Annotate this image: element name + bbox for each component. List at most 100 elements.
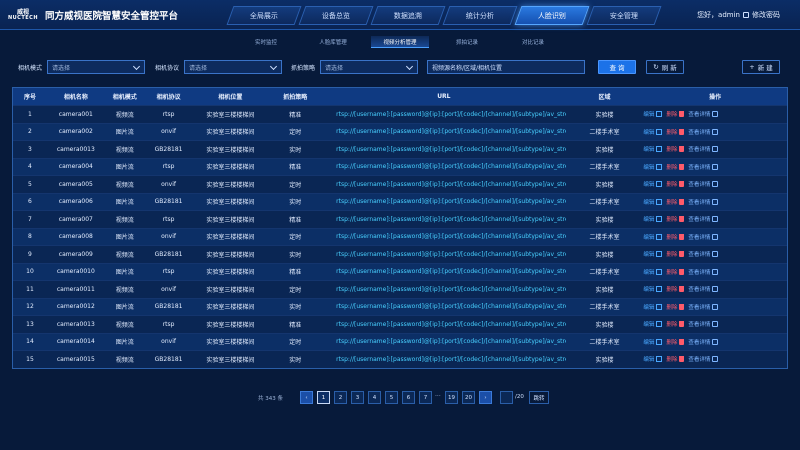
view-detail-action[interactable]: 查看详情 [688, 250, 719, 258]
view-detail-action[interactable]: 查看详情 [688, 320, 719, 328]
page-button[interactable]: 6 [402, 391, 415, 404]
edit-action[interactable]: 编辑 [643, 163, 663, 171]
page-button[interactable]: 19 [445, 391, 458, 404]
page-button[interactable]: 2 [334, 391, 347, 404]
page-jump-button[interactable]: 跳转 [529, 391, 549, 404]
edit-action[interactable]: 编辑 [643, 145, 663, 153]
edit-action[interactable]: 编辑 [643, 198, 663, 206]
view-detail-action[interactable]: 查看详情 [688, 110, 719, 118]
edit-action[interactable]: 编辑 [643, 320, 663, 328]
magnifier-icon [712, 198, 719, 205]
delete-action[interactable]: 删除 [666, 110, 685, 118]
trash-icon [679, 146, 685, 153]
view-label: 查看详情 [688, 234, 711, 241]
delete-action[interactable]: 删除 [666, 128, 685, 136]
edit-action[interactable]: 编辑 [643, 128, 663, 136]
edit-action[interactable]: 编辑 [643, 215, 663, 223]
nav-tab-0[interactable]: 全局展示 [226, 6, 302, 25]
camera-mode-select[interactable]: 请选择 [47, 60, 145, 74]
trash-icon [679, 356, 685, 363]
view-detail-action[interactable]: 查看详情 [688, 285, 719, 293]
query-button[interactable]: 查 询 [598, 60, 636, 74]
edit-action[interactable]: 编辑 [643, 303, 663, 311]
view-detail-action[interactable]: 查看详情 [688, 198, 719, 206]
delete-action[interactable]: 删除 [666, 285, 685, 293]
page-button[interactable]: 3 [351, 391, 364, 404]
edit-label: 编辑 [643, 199, 655, 206]
cell-area: 二楼手术室 [589, 129, 620, 137]
nav-tab-4[interactable]: 人脸识别 [514, 6, 590, 25]
page-button[interactable]: 7 [419, 391, 432, 404]
page-button[interactable]: 5 [385, 391, 398, 404]
nav-tab-3[interactable]: 统计分析 [442, 6, 518, 25]
search-input[interactable]: 视频源名称/区域/相机位置 [427, 60, 585, 74]
subtab-1[interactable]: 人脸库管理 [304, 36, 362, 48]
cell-no: 8 [28, 233, 32, 241]
view-detail-action[interactable]: 查看详情 [688, 268, 719, 276]
cell-position: 实验室三楼楼梯间 [206, 251, 255, 259]
prev-page-button[interactable]: ‹ [300, 391, 313, 404]
edit-action[interactable]: 编辑 [643, 338, 663, 346]
subtab-2[interactable]: 视频分析管理 [371, 36, 429, 48]
edit-action[interactable]: 编辑 [643, 250, 663, 258]
view-detail-action[interactable]: 查看详情 [688, 145, 719, 153]
capture-strategy-select[interactable]: 请选择 [320, 60, 418, 74]
next-page-button[interactable]: › [479, 391, 492, 404]
edit-action[interactable]: 编辑 [643, 180, 663, 188]
page-jump-input[interactable] [500, 391, 513, 404]
edit-icon [656, 111, 663, 118]
delete-action[interactable]: 删除 [666, 338, 685, 346]
edit-action[interactable]: 编辑 [643, 233, 663, 241]
delete-action[interactable]: 删除 [666, 355, 685, 363]
view-detail-action[interactable]: 查看详情 [688, 303, 719, 311]
edit-icon[interactable] [743, 12, 749, 18]
edit-action[interactable]: 编辑 [643, 355, 663, 363]
delete-action[interactable]: 删除 [666, 180, 685, 188]
subtab-4[interactable]: 对比记录 [504, 36, 562, 48]
delete-action[interactable]: 删除 [666, 250, 685, 258]
delete-label: 删除 [666, 147, 678, 154]
subtab-0[interactable]: 实时监控 [237, 36, 295, 48]
cell-position: 实验室三楼楼梯间 [206, 216, 255, 224]
cell-no: 15 [26, 355, 34, 363]
view-detail-action[interactable]: 查看详情 [688, 215, 719, 223]
view-detail-action[interactable]: 查看详情 [688, 128, 719, 136]
view-detail-action[interactable]: 查看详情 [688, 355, 719, 363]
view-detail-action[interactable]: 查看详情 [688, 338, 719, 346]
camera-protocol-select[interactable]: 请选择 [184, 60, 282, 74]
edit-action[interactable]: 编辑 [643, 285, 663, 293]
magnifier-icon [712, 181, 719, 188]
delete-action[interactable]: 删除 [666, 303, 685, 311]
view-detail-action[interactable]: 查看详情 [688, 163, 719, 171]
delete-action[interactable]: 删除 [666, 233, 685, 241]
view-detail-action[interactable]: 查看详情 [688, 180, 719, 188]
delete-action[interactable]: 删除 [666, 145, 685, 154]
delete-action[interactable]: 删除 [666, 268, 685, 276]
page-button[interactable]: 20 [462, 391, 475, 404]
cell-no: 1 [28, 110, 32, 118]
new-button[interactable]: + 新 建 [742, 60, 780, 74]
refresh-button[interactable]: ↻ 刷 新 [646, 60, 684, 74]
subtab-3[interactable]: 抓拍记录 [438, 36, 496, 48]
edit-action[interactable]: 编辑 [643, 110, 663, 118]
nav-tab-5[interactable]: 安全管理 [586, 6, 662, 25]
nav-tab-2[interactable]: 数据追溯 [370, 6, 446, 25]
page-button[interactable]: 1 [317, 391, 330, 404]
edit-icon [656, 198, 663, 205]
cell-mode: 图片流 [115, 339, 134, 347]
cell-url: rtsp://[username]:[password]@[ip]:[port]… [336, 320, 566, 328]
table-row: 1 camera001 视频流 rtsp 实验室三楼楼梯间 精准 rtsp://[usern… [13, 105, 787, 123]
delete-action[interactable]: 删除 [666, 163, 685, 171]
cell-name: camera006 [58, 198, 93, 206]
nav-tab-1[interactable]: 设备总览 [298, 6, 374, 25]
cell-name: camera0011 [56, 285, 95, 293]
delete-action[interactable]: 删除 [666, 198, 685, 206]
trash-icon [679, 128, 685, 135]
change-password-link[interactable]: 修改密码 [752, 10, 780, 20]
view-detail-action[interactable]: 查看详情 [688, 233, 719, 241]
page-button[interactable]: 4 [368, 391, 381, 404]
delete-action[interactable]: 删除 [666, 215, 685, 223]
edit-action[interactable]: 编辑 [643, 268, 663, 276]
query-label: 查 询 [609, 64, 625, 72]
delete-action[interactable]: 删除 [666, 320, 685, 328]
